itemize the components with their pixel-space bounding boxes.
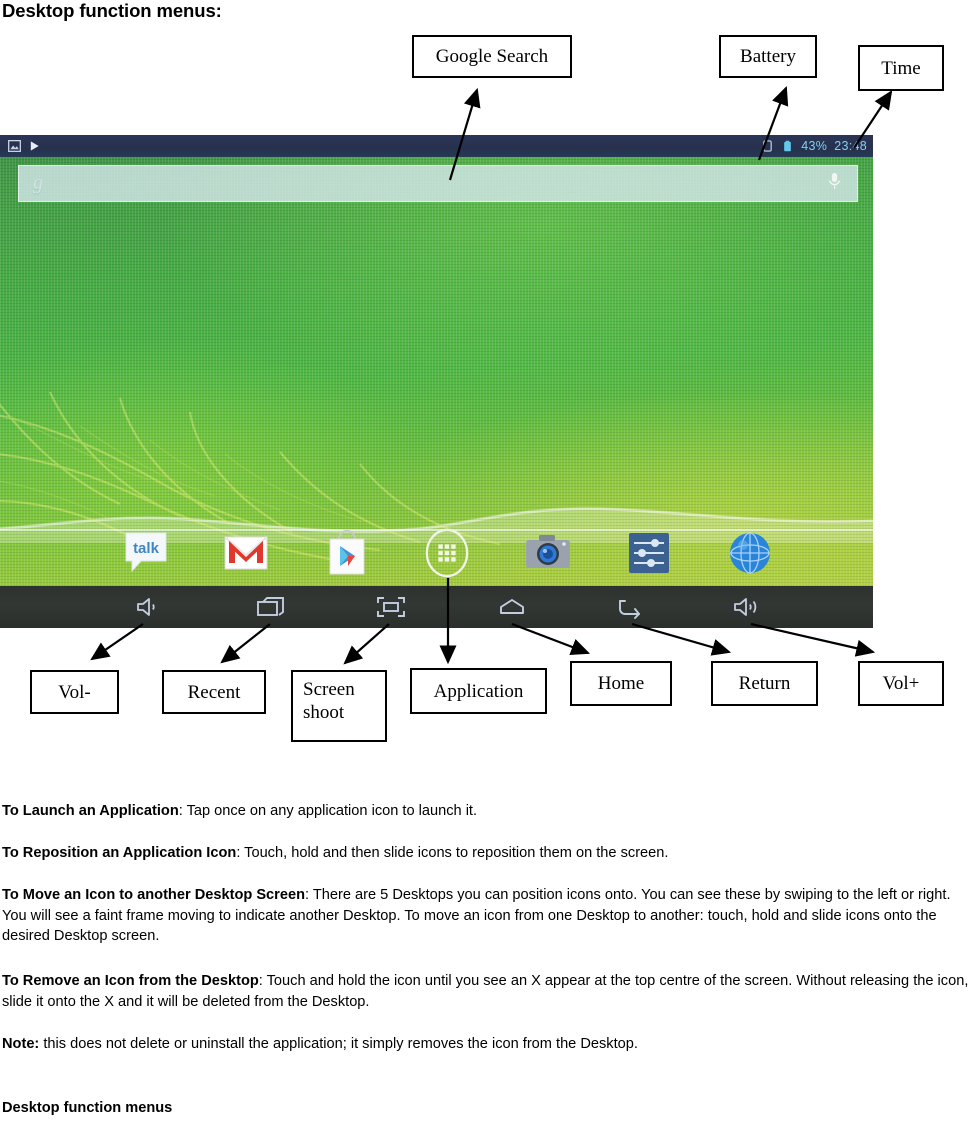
microphone-icon[interactable] [828, 172, 841, 196]
arrow-recent [220, 623, 271, 664]
image-icon [8, 140, 21, 152]
camera-icon[interactable] [524, 529, 572, 577]
callout-recent-label: Recent [187, 681, 241, 703]
play-icon [30, 141, 39, 151]
paragraph-note-text: this does not delete or uninstall the ap… [39, 1036, 638, 1052]
sim-card-icon [763, 140, 773, 152]
talk-icon[interactable]: talk [122, 529, 170, 577]
app-dock: talk [0, 517, 873, 589]
page-title: Desktop function menus: [2, 0, 222, 21]
back-icon[interactable] [615, 593, 645, 621]
recent-apps-icon[interactable] [256, 593, 286, 621]
callout-screenshot: Screen shoot [291, 670, 387, 742]
arrow-volume-down [90, 623, 144, 661]
callout-battery: Battery [719, 35, 817, 78]
home-icon[interactable] [497, 593, 527, 621]
tablet-screenshot: 43% 23:48 g talk [0, 135, 873, 628]
svg-text:talk: talk [133, 540, 160, 557]
settings-icon[interactable] [625, 529, 673, 577]
callout-home: Home [570, 661, 672, 706]
callout-time: Time [858, 45, 944, 91]
arrow-screenshot [343, 623, 390, 665]
callout-return: Return [711, 661, 818, 706]
footer-section-title: Desktop function menus [2, 1100, 173, 1116]
play-store-icon[interactable] [323, 529, 371, 577]
arrow-home [511, 622, 591, 656]
battery-percent-label: 43% [801, 139, 828, 153]
callout-screenshot-label-line2: shoot [303, 702, 345, 723]
callout-application: Application [410, 668, 547, 714]
android-status-bar: 43% 23:48 [0, 135, 873, 157]
callout-return-label: Return [738, 673, 791, 694]
paragraph-launch-text: : Tap once on any application icon to la… [178, 803, 478, 819]
callout-volume-up-label: Vol+ [882, 673, 920, 694]
app-drawer-icon[interactable] [423, 528, 471, 578]
callout-application-label: Application [433, 680, 524, 702]
paragraph-remove: To Remove an Icon from the Desktop: Touc… [2, 971, 971, 1012]
clock-label: 23:48 [834, 139, 867, 153]
callout-volume-down-label: Vol- [58, 681, 91, 703]
android-navigation-bar [0, 586, 873, 628]
google-logo-icon: g [33, 172, 43, 194]
status-bar-right: 43% 23:48 [761, 139, 873, 153]
paragraph-launch: To Launch an Application: Tap once on an… [2, 801, 971, 822]
paragraph-remove-bold: To Remove an Icon from the Desktop [2, 973, 259, 989]
paragraph-note: Note: this does not delete or uninstall … [2, 1034, 971, 1055]
google-search-widget[interactable]: g [18, 165, 858, 202]
callout-screenshot-label-line1: Screen [303, 679, 355, 700]
paragraph-reposition-text: : Touch, hold and then slide icons to re… [236, 845, 669, 861]
paragraph-reposition-bold: To Reposition an Application Icon [2, 845, 237, 861]
screenshot-icon[interactable] [376, 593, 406, 621]
paragraph-move: To Move an Icon to another Desktop Scree… [2, 885, 971, 947]
battery-icon [784, 140, 792, 152]
volume-up-icon[interactable] [732, 593, 762, 621]
callout-google-search: Google Search [412, 35, 572, 78]
paragraph-launch-bold: To Launch an Application [2, 803, 179, 819]
paragraph-note-bold: Note: [2, 1036, 40, 1052]
arrow-return [631, 622, 732, 656]
callout-recent: Recent [162, 670, 266, 714]
paragraph-reposition: To Reposition an Application Icon: Touch… [2, 843, 971, 864]
gmail-icon[interactable] [222, 529, 270, 577]
callout-volume-down: Vol- [30, 670, 119, 714]
callout-volume-up: Vol+ [858, 661, 944, 706]
callout-home-label: Home [597, 673, 645, 694]
browser-icon[interactable] [726, 529, 774, 577]
paragraph-move-bold: To Move an Icon to another Desktop Scree… [2, 887, 306, 903]
volume-down-icon[interactable] [133, 593, 163, 621]
callout-battery-label: Battery [740, 46, 796, 67]
arrow-volume-up [750, 622, 876, 657]
callout-google-search-label: Google Search [435, 46, 549, 67]
callout-time-label: Time [881, 57, 921, 79]
